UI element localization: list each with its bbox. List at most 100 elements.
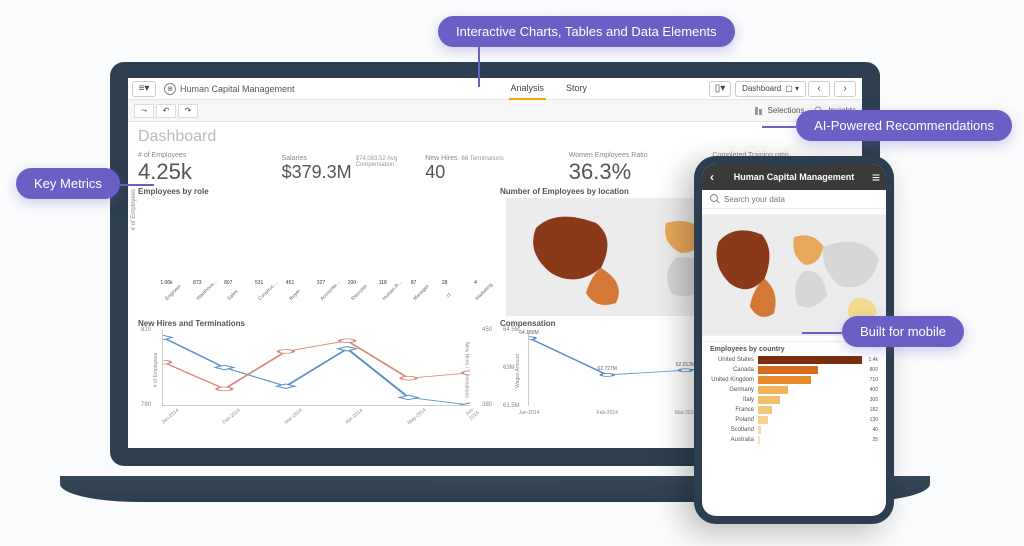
y-axis-label: # of Employees: [131, 189, 137, 230]
hbar-label: Scotland: [710, 427, 754, 433]
bar-1[interactable]: 873Warehous…: [183, 288, 212, 298]
hbar-row[interactable]: France182: [702, 405, 886, 415]
kpi-sub: $74,083.52 Avg Compensation: [356, 156, 422, 168]
phone-search: [702, 190, 886, 209]
hbar-label: Australia: [710, 437, 754, 443]
bar-7[interactable]: 118Human R…: [368, 288, 397, 298]
bar-4[interactable]: 451Buyer: [276, 288, 305, 298]
back-icon[interactable]: ‹: [710, 170, 714, 184]
hbar-fill: [758, 386, 788, 394]
selections-label: Selections: [768, 106, 805, 115]
bar-category: Recruiter: [350, 292, 360, 302]
phone-title: Human Capital Management: [734, 172, 855, 182]
kpi-label: Salaries: [282, 155, 307, 162]
hbar-value: 300: [870, 397, 878, 403]
hbar-fill: [758, 416, 768, 424]
chart-hires-terms[interactable]: New Hires and Terminations # of Employee…: [138, 319, 490, 447]
hbar-row[interactable]: Germany400: [702, 385, 886, 395]
hbar-row[interactable]: United Kingdom710: [702, 375, 886, 385]
laptop-notch: [435, 476, 555, 486]
selections-icon: [754, 106, 764, 116]
bar-5[interactable]: 327Accounta…: [307, 288, 336, 298]
bar-value: 28: [442, 280, 448, 286]
page-title: Dashboard: [128, 122, 862, 148]
chart-title: Employees by role: [138, 187, 490, 196]
hamburger-icon[interactable]: ≡: [872, 169, 878, 185]
chart-employees-by-role[interactable]: Employees by role # of Employees 1.06kEn…: [138, 187, 490, 315]
tab-analysis[interactable]: Analysis: [509, 78, 547, 100]
bar-category: Engineer: [165, 292, 175, 302]
kpi-salaries[interactable]: Salaries $379.3M $74,083.52 Avg Compensa…: [282, 152, 422, 183]
app-title: Human Capital Management: [180, 84, 295, 94]
hbar-label: Poland: [710, 417, 754, 423]
hbar-label: Germany: [710, 387, 754, 393]
hbar-label: Canada: [710, 367, 754, 373]
tab-story[interactable]: Story: [564, 78, 589, 100]
kpi-label: Women Employees Ratio: [569, 152, 709, 159]
kpi-label: # of Employees: [138, 152, 278, 159]
bar-category: Marketing: [474, 292, 484, 302]
hbar-fill: [758, 396, 780, 404]
hbar-track: [758, 436, 865, 444]
bar-category: Manager: [412, 292, 422, 302]
hbar-fill: [758, 376, 811, 384]
hbar-row[interactable]: Scotland 40: [702, 425, 886, 435]
hbar-row[interactable]: United States1.4k: [702, 355, 886, 365]
hbar-value: 130: [870, 417, 878, 423]
bar-value: 4: [474, 280, 477, 286]
bar-3[interactable]: 531Construc…: [245, 288, 274, 298]
bar-value: 531: [255, 280, 263, 286]
hbar-track: [758, 396, 863, 404]
hbar-row[interactable]: Canada800: [702, 365, 886, 375]
hbar-value: 25: [872, 437, 878, 443]
callout-ai: AI-Powered Recommendations: [796, 110, 1012, 141]
hamburger-menu-button[interactable]: ≡▾: [132, 81, 156, 97]
hbar-value: 40: [872, 427, 878, 433]
lasso-tool[interactable]: ⤳: [134, 104, 154, 118]
hbar-row[interactable]: Italy300: [702, 395, 886, 405]
dashboard-dropdown[interactable]: Dashboard ▢ ▾: [735, 81, 806, 97]
bar-10[interactable]: 4Marketing: [461, 288, 490, 298]
hbar-fill: [758, 366, 818, 374]
kpi-employees[interactable]: # of Employees 4.25k: [138, 152, 278, 183]
bar-value: 807: [224, 280, 232, 286]
app-brand: ⊕ Human Capital Management: [164, 83, 295, 95]
bar-category: Construc…: [258, 292, 268, 302]
hbar-row[interactable]: Poland 130: [702, 415, 886, 425]
phone-hbar-chart[interactable]: United States1.4kCanada800United Kingdom…: [702, 355, 886, 445]
forward-tool[interactable]: ↷: [178, 104, 198, 118]
hbar-track: [758, 366, 863, 374]
hbar-track: [758, 416, 863, 424]
kpi-women[interactable]: Women Employees Ratio 36.3%: [569, 152, 709, 183]
hbar-track: [758, 376, 863, 384]
kpi-value: 40: [425, 162, 445, 182]
callout-interactive: Interactive Charts, Tables and Data Elem…: [438, 16, 735, 47]
bar-category: Accounta…: [319, 292, 329, 302]
kpi-value: 36.3%: [569, 161, 709, 183]
back-tool[interactable]: ↶: [156, 104, 176, 118]
search-input[interactable]: [724, 195, 878, 204]
selections-button[interactable]: Selections: [754, 106, 805, 116]
hbar-track: [758, 356, 862, 364]
phone-header: ‹ Human Capital Management ≡: [702, 164, 886, 190]
prev-button[interactable]: ‹: [808, 81, 830, 97]
bookmark-button[interactable]: ▯▾: [709, 81, 731, 97]
hbar-row[interactable]: Australia 25: [702, 435, 886, 445]
kpi-label: New Hires: [425, 155, 457, 162]
bar-category: Warehous…: [196, 292, 206, 302]
y-axis-label: Wages Amount: [515, 354, 521, 388]
bar-2[interactable]: 807Sales: [214, 288, 243, 298]
kpi-newhires[interactable]: New Hires 40 66 Terminations: [425, 152, 565, 183]
bar-value: 873: [193, 280, 201, 286]
next-button[interactable]: ›: [834, 81, 856, 97]
bar-6[interactable]: 200Recruiter: [337, 288, 366, 298]
bar-8[interactable]: 87Manager: [399, 288, 428, 298]
kpi-value: $379.3M: [282, 162, 352, 182]
hbar-track: [758, 406, 863, 414]
bar-9[interactable]: 28IT: [430, 288, 459, 298]
kpi-value: 4.25k: [138, 161, 278, 183]
hbar-label: United States: [710, 357, 754, 363]
bar-0[interactable]: 1.06kEngineer: [152, 288, 181, 298]
chart-col-left: Employees by role # of Employees 1.06kEn…: [138, 187, 490, 446]
tool-bar: ⤳ ↶ ↷ Selections Insights: [128, 100, 862, 122]
